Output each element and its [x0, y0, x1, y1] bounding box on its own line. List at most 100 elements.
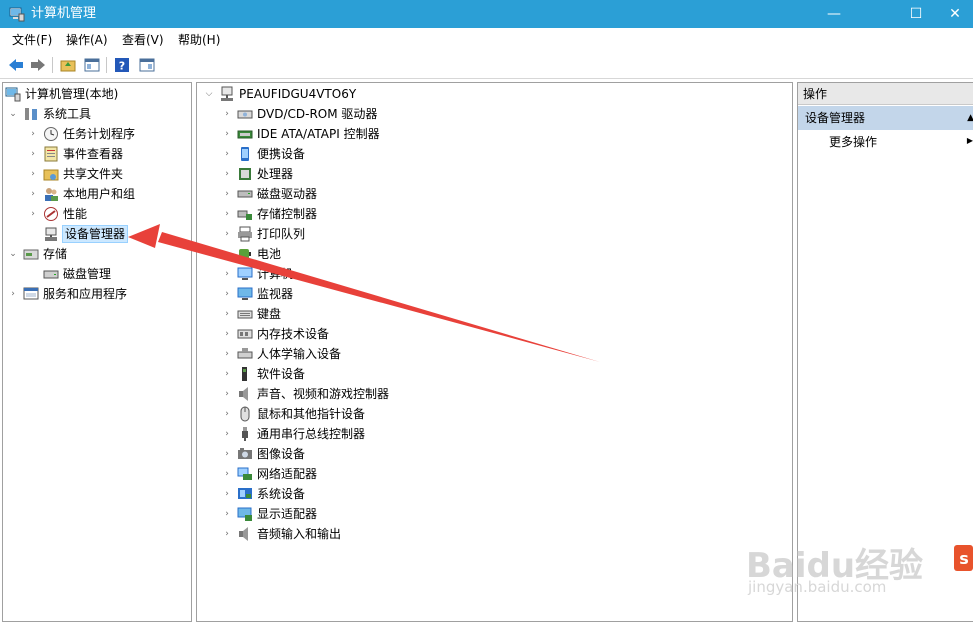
console-tree-item[interactable]: ⌄ 存储 [7, 244, 67, 264]
device-category[interactable]: › 鼠标和其他指针设备 [221, 404, 365, 424]
console-tree-item-label: 设备管理器 [61, 225, 129, 243]
device-category-label: 监视器 [257, 287, 294, 301]
expanded-chevron-icon[interactable]: ⌄ [7, 108, 19, 120]
console-tree-pane[interactable]: 计算机管理(本地) ⌄ 系统工具 › 任务计划程序 › 事件查看器 › 共享文件夹 › 本地用户和组… [2, 82, 192, 622]
back-button[interactable] [6, 56, 26, 74]
console-tree-item[interactable]: ⌄ 系统工具 [7, 104, 91, 124]
console-tree-item[interactable]: 设备管理器 [27, 224, 129, 244]
console-tree-item[interactable]: 磁盘管理 [27, 264, 111, 284]
collapsed-chevron-icon[interactable]: › [221, 228, 233, 240]
collapsed-chevron-icon[interactable]: › [221, 168, 233, 180]
device-tree-root[interactable]: ⌵ PEAUFIDGU4VTO6Y [203, 84, 356, 104]
device-category[interactable]: › 软件设备 [221, 364, 305, 384]
printer-icon [238, 226, 252, 242]
device-category[interactable]: › DVD/CD-ROM 驱动器 [221, 104, 377, 124]
collapsed-chevron-icon[interactable]: › [221, 248, 233, 260]
collapsed-chevron-icon[interactable]: › [221, 348, 233, 360]
show-hide-tree-button[interactable] [82, 56, 102, 74]
system-device-icon [238, 488, 252, 499]
device-category-label: 系统设备 [257, 487, 306, 501]
device-category[interactable]: › 键盘 [221, 304, 281, 324]
device-category-label: 存储控制器 [257, 207, 318, 221]
console-tree-item[interactable]: › 本地用户和组 [27, 184, 135, 204]
menu-action[interactable]: 操作(A) [66, 32, 108, 48]
more-actions-label: 更多操作 [829, 135, 878, 149]
collapsed-chevron-icon[interactable]: › [221, 368, 233, 380]
device-category[interactable]: › 电池 [221, 244, 281, 264]
device-category-label: 显示适配器 [257, 507, 318, 521]
collapsed-chevron-icon[interactable]: › [221, 388, 233, 400]
console-tree-item-label: 任务计划程序 [63, 127, 136, 141]
collapsed-chevron-icon[interactable]: › [221, 408, 233, 420]
show-hide-action-pane-button[interactable] [137, 56, 157, 74]
menu-file[interactable]: 文件(F) [12, 32, 52, 48]
menu-view[interactable]: 查看(V) [122, 32, 164, 48]
help-button[interactable]: ? [112, 56, 132, 74]
services-icon [23, 287, 39, 300]
device-category[interactable]: › 便携设备 [221, 144, 305, 164]
collapsed-chevron-icon[interactable]: › [221, 308, 233, 320]
device-category[interactable]: › 计算机 [221, 264, 293, 284]
device-category[interactable]: › 监视器 [221, 284, 293, 304]
forward-button[interactable] [28, 56, 48, 74]
collapsed-chevron-icon[interactable]: › [221, 488, 233, 500]
collapsed-chevron-icon[interactable]: › [7, 288, 19, 300]
device-category-label: 人体学输入设备 [257, 347, 342, 361]
expanded-chevron-icon[interactable]: ⌄ [7, 248, 19, 260]
collapsed-chevron-icon[interactable]: › [27, 128, 39, 140]
collapsed-chevron-icon[interactable]: › [221, 128, 233, 140]
console-tree-item[interactable]: › 性能 [27, 204, 87, 224]
actions-section-device-manager[interactable]: 设备管理器 ▲ [798, 106, 973, 130]
collapsed-chevron-icon[interactable]: › [27, 188, 39, 200]
device-category[interactable]: › 内存技术设备 [221, 324, 329, 344]
device-category[interactable]: › 网络适配器 [221, 464, 317, 484]
collapsed-chevron-icon[interactable]: › [27, 208, 39, 220]
collapsed-chevron-icon[interactable]: › [221, 328, 233, 340]
collapsed-chevron-icon[interactable]: › [221, 148, 233, 160]
console-tree-item[interactable]: › 服务和应用程序 [7, 284, 127, 304]
collapsed-chevron-icon[interactable]: › [27, 168, 39, 180]
device-category[interactable]: › IDE ATA/ATAPI 控制器 [221, 124, 379, 144]
console-tree-item[interactable]: › 共享文件夹 [27, 164, 123, 184]
device-category[interactable]: › 打印队列 [221, 224, 305, 244]
minimize-button[interactable]: — [811, 0, 857, 28]
collapsed-chevron-icon[interactable]: › [221, 428, 233, 440]
collapsed-chevron-icon[interactable]: › [221, 528, 233, 540]
device-category[interactable]: › 存储控制器 [221, 204, 317, 224]
collapsed-chevron-icon[interactable]: › [221, 188, 233, 200]
collapsed-chevron-icon[interactable]: › [221, 448, 233, 460]
console-tree-item[interactable]: › 任务计划程序 [27, 124, 135, 144]
device-category[interactable]: › 音频输入和输出 [221, 524, 341, 544]
device-category[interactable]: › 系统设备 [221, 484, 305, 504]
more-actions-item[interactable]: 更多操作 [829, 134, 877, 150]
disk-management-icon [43, 270, 59, 279]
device-category[interactable]: › 图像设备 [221, 444, 305, 464]
collapsed-chevron-icon[interactable]: › [221, 208, 233, 220]
console-tree-item[interactable]: 计算机管理(本地) [5, 84, 118, 104]
collapsed-chevron-icon[interactable]: › [221, 508, 233, 520]
collapsed-chevron-icon[interactable]: › [221, 468, 233, 480]
collapse-triangle-icon: ▲ [967, 106, 973, 130]
device-category-label: 音频输入和输出 [257, 527, 342, 541]
maximize-button[interactable]: ☐ [893, 0, 939, 28]
collapsed-chevron-icon[interactable]: › [221, 268, 233, 280]
console-tree-item[interactable]: › 事件查看器 [27, 144, 123, 164]
expanded-chevron-icon[interactable]: ⌵ [203, 88, 215, 100]
tools-icon [25, 108, 37, 120]
collapsed-chevron-icon[interactable]: › [221, 108, 233, 120]
console-tree-item-label: 存储 [43, 247, 68, 261]
device-category[interactable]: › 磁盘驱动器 [221, 184, 317, 204]
device-category[interactable]: › 人体学输入设备 [221, 344, 341, 364]
up-level-button[interactable] [58, 56, 78, 74]
title-bar[interactable]: 计算机管理 — ☐ ✕ [0, 0, 973, 28]
device-category[interactable]: › 声音、视频和游戏控制器 [221, 384, 389, 404]
users-icon [45, 188, 58, 201]
device-tree-pane[interactable]: ⌵ PEAUFIDGU4VTO6Y › DVD/CD-ROM 驱动器 › IDE AT… [196, 82, 793, 622]
device-category[interactable]: › 显示适配器 [221, 504, 317, 524]
device-category[interactable]: › 处理器 [221, 164, 293, 184]
collapsed-chevron-icon[interactable]: › [27, 148, 39, 160]
close-button[interactable]: ✕ [937, 0, 973, 28]
menu-help[interactable]: 帮助(H) [178, 32, 220, 48]
device-category[interactable]: › 通用串行总线控制器 [221, 424, 365, 444]
collapsed-chevron-icon[interactable]: › [221, 288, 233, 300]
